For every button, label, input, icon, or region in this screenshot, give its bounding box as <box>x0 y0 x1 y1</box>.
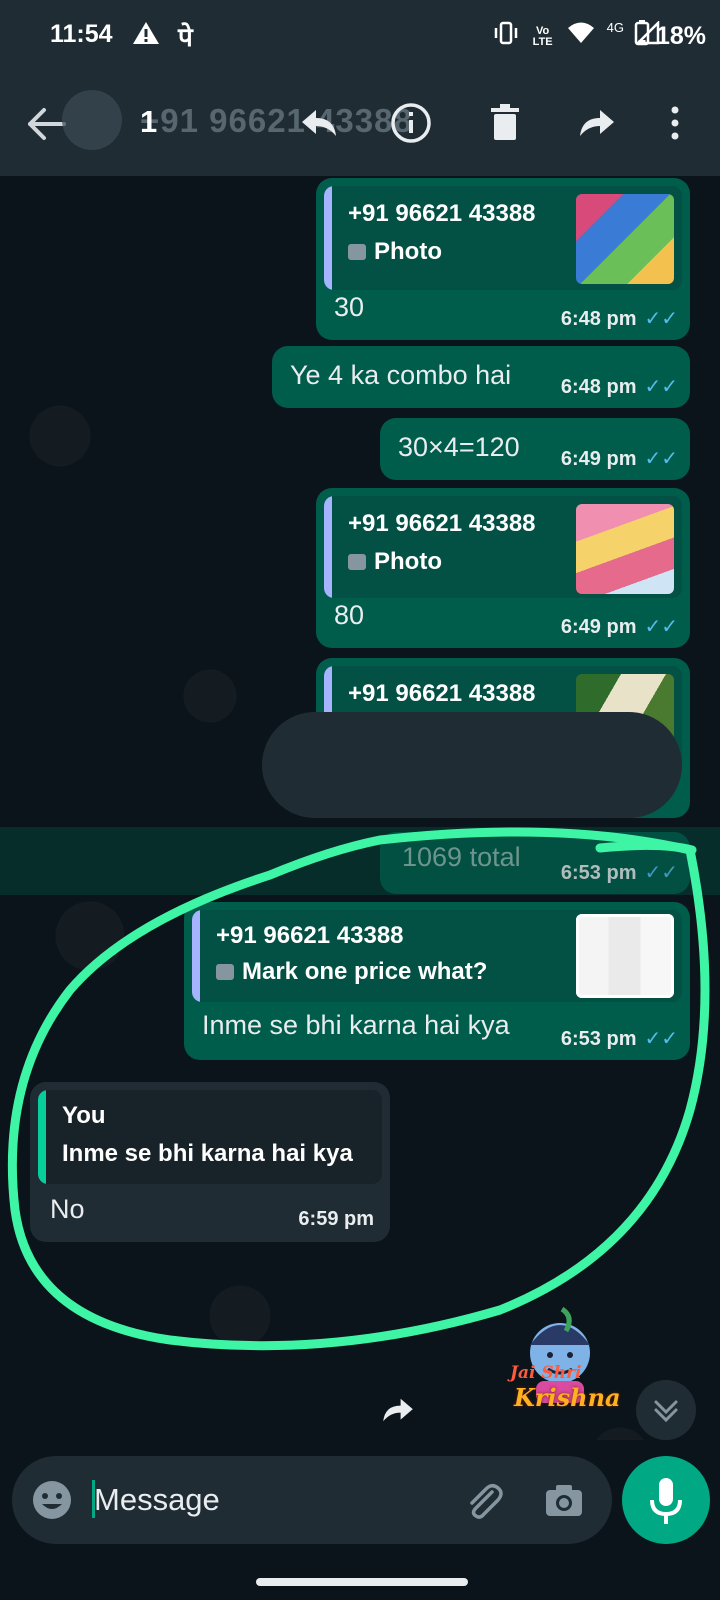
message-composer[interactable]: Message <box>12 1456 612 1544</box>
camera-icon[interactable] <box>542 1478 586 1527</box>
sticker-line2: Krishna <box>514 1383 621 1412</box>
message-input[interactable]: Message <box>94 1482 220 1518</box>
attach-icon[interactable] <box>462 1478 506 1527</box>
emoji-icon[interactable] <box>30 1478 74 1527</box>
scroll-to-bottom-button[interactable] <box>636 1380 696 1440</box>
chevron-double-down-icon <box>654 1400 678 1423</box>
sticker-line1: Jai Shri <box>510 1363 582 1383</box>
gesture-nav-bar[interactable] <box>256 1578 468 1586</box>
krishna-sticker[interactable]: Jai Shri Krishna <box>500 1305 621 1445</box>
voice-record-button[interactable] <box>622 1456 710 1544</box>
forward-icon[interactable] <box>378 1390 418 1430</box>
mic-icon <box>650 1478 682 1524</box>
